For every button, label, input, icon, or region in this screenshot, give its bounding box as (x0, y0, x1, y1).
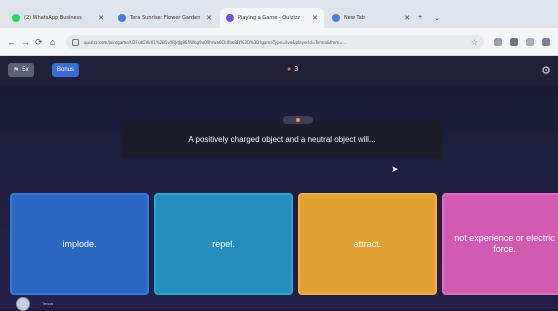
quiz-top-bar: ⚑ 5x Bonus ● 3 ⚙ (0, 57, 558, 85)
extension-icon[interactable] (494, 38, 502, 46)
browser-tab-1[interactable]: (2) WhatsApp Business ✕ (6, 8, 110, 28)
answer-option-3[interactable]: attract. (298, 193, 437, 295)
new-tab-icon (332, 14, 340, 22)
browser-tab-bar: (2) WhatsApp Business ✕ Tera Sunrise: Fl… (0, 0, 558, 28)
powerup-label: 5x (22, 67, 29, 73)
back-icon[interactable]: ← (7, 37, 16, 47)
tab-controls: + ⌄ (418, 14, 448, 22)
streak-count: 3 (294, 66, 299, 73)
add-tab-icon[interactable]: + (418, 14, 422, 22)
mouse-pointer-icon: ➤ (391, 164, 399, 174)
answer-label: not experience or electric force. (454, 233, 555, 254)
bonus-label: Bonus (57, 67, 75, 73)
quizizz-icon (226, 14, 234, 22)
whatsapp-icon (12, 14, 20, 22)
forward-icon[interactable]: → (21, 37, 30, 47)
player-name: Tenna (42, 301, 53, 306)
tab-title: Tera Sunrise: Flower Garden (130, 15, 201, 21)
bookmark-star-icon[interactable]: ☆ (471, 38, 478, 47)
answer-options: implode. repel. attract. not experience … (0, 193, 558, 295)
question-text: A positively charged object and a neutra… (188, 135, 376, 144)
close-tab-icon[interactable]: ✕ (98, 14, 104, 22)
answer-label: repel. (212, 238, 235, 249)
globe-icon (118, 14, 126, 22)
close-tab-icon[interactable]: ✕ (404, 14, 410, 22)
powerup-icon: ⚑ (13, 67, 20, 74)
tab-dropdown-icon[interactable]: ⌄ (434, 14, 440, 22)
answer-option-4[interactable]: not experience or electric force. (442, 193, 558, 295)
answer-label: implode. (62, 238, 97, 249)
question-badge (283, 116, 313, 124)
close-tab-icon[interactable]: ✕ (312, 14, 318, 22)
answer-option-2[interactable]: repel. (154, 193, 293, 295)
url-text: quizizz.com/join/game/U2FsdGVkX1%2B5vYRJ… (84, 39, 347, 45)
browser-tab-3-active[interactable]: Playing a Game - Quizizz ✕ (220, 8, 324, 28)
quiz-game-area: ⚑ 5x Bonus ● 3 ⚙ A positively charged ob… (0, 57, 558, 311)
tab-title: New Tab (344, 15, 365, 21)
tab-title: (2) WhatsApp Business (24, 15, 82, 21)
tab-title: Playing a Game - Quizizz (238, 15, 301, 21)
question-card: A positively charged object and a neutra… (122, 121, 442, 158)
player-footer: Tenna (0, 297, 558, 311)
settings-gear-icon[interactable]: ⚙ (541, 64, 551, 77)
profile-icon[interactable] (542, 38, 550, 46)
bonus-button[interactable]: Bonus (52, 63, 80, 77)
home-icon[interactable]: ⌂ (50, 37, 55, 47)
powerup-button[interactable]: ⚑ 5x (8, 63, 34, 77)
address-bar[interactable]: quizizz.com/join/game/U2FsdGVkX1%2B5vYRJ… (66, 35, 484, 49)
close-tab-icon[interactable]: ✕ (206, 14, 212, 22)
badge-dot-icon (296, 118, 300, 122)
streak-counter: ● 3 (287, 66, 298, 73)
browser-tab-4[interactable]: New Tab ✕ (326, 8, 416, 28)
extensions-puzzle-icon[interactable] (526, 38, 534, 46)
browser-toolbar: ← → ⟳ ⌂ quizizz.com/join/game/U2FsdGVkX1… (0, 28, 558, 56)
browser-tab-2[interactable]: Tera Sunrise: Flower Garden ✕ (112, 8, 218, 28)
reload-icon[interactable]: ⟳ (35, 37, 43, 48)
answer-label: attract. (353, 238, 382, 249)
extension-icon[interactable] (510, 38, 518, 46)
answer-option-1[interactable]: implode. (10, 193, 149, 295)
site-info-icon[interactable] (72, 38, 79, 46)
fire-icon: ● (287, 66, 292, 73)
